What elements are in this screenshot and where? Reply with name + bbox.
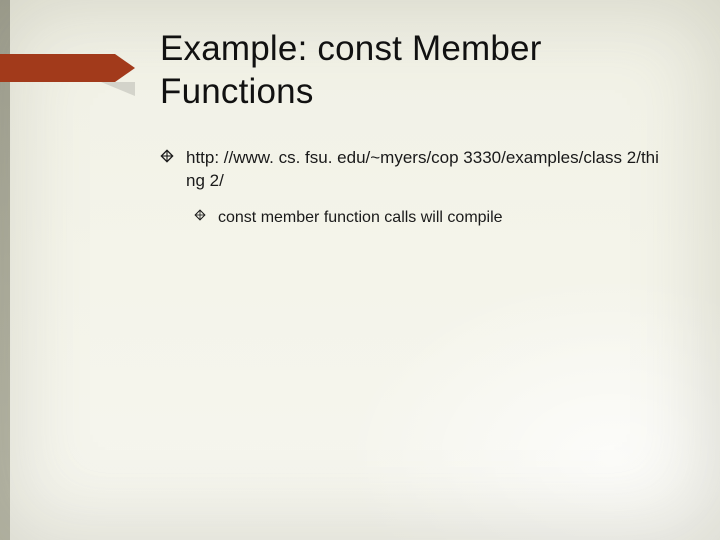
slide-content: Example: const Member Functions http: //… (0, 0, 720, 540)
list-item: const member function calls will compile (218, 207, 660, 229)
list-item: http: //www. cs. fsu. edu/~myers/cop 333… (186, 147, 660, 228)
list-item-text: const member function calls will compile (218, 209, 503, 226)
diamond-open-icon (194, 209, 206, 221)
sub-list: const member function calls will compile (186, 207, 660, 229)
slide-body-list: http: //www. cs. fsu. edu/~myers/cop 333… (160, 147, 660, 228)
slide-title: Example: const Member Functions (160, 28, 660, 113)
diamond-open-icon (160, 149, 174, 163)
list-item-text: http: //www. cs. fsu. edu/~myers/cop 333… (186, 148, 659, 190)
